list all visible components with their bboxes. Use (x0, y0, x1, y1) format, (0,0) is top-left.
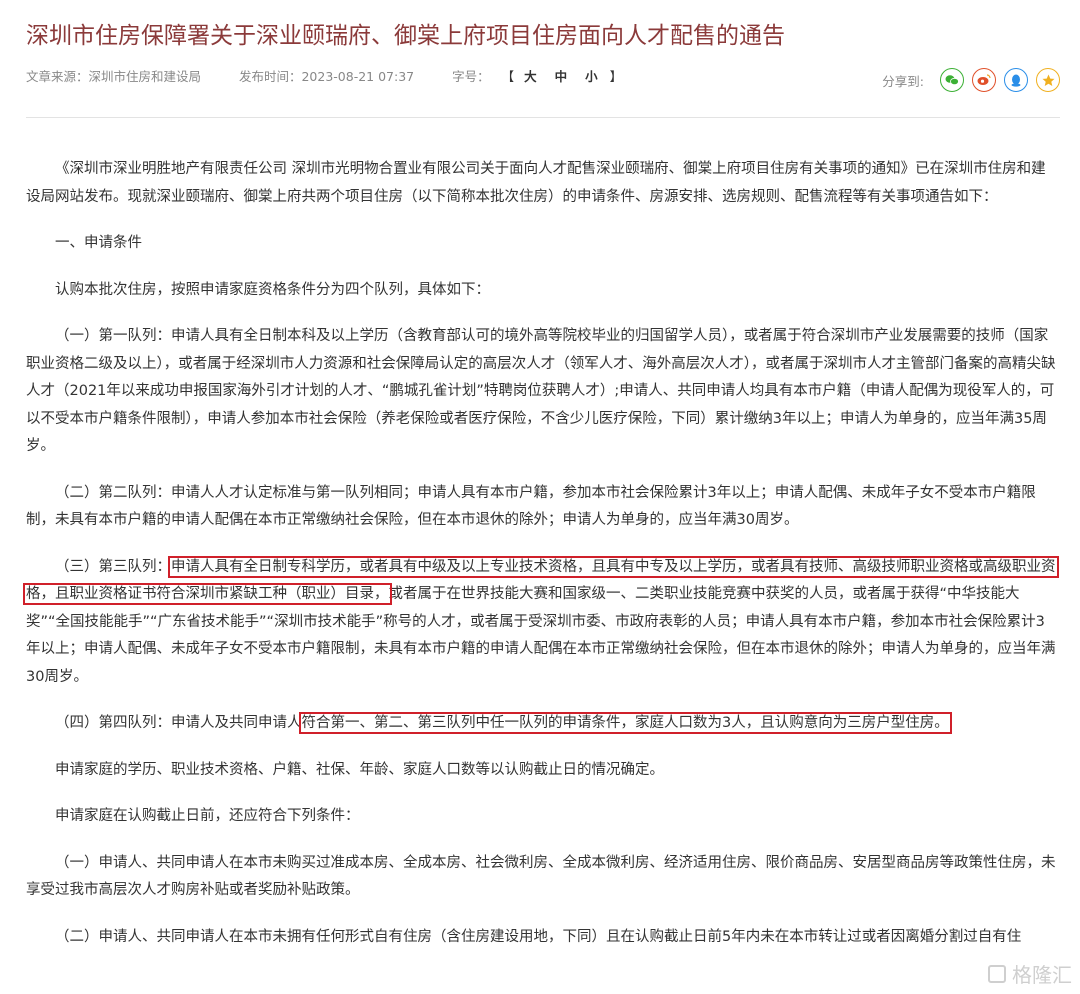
font-size-small-button[interactable]: 小 (585, 69, 598, 84)
font-size-medium-button[interactable]: 中 (555, 69, 568, 84)
article-source: 文章来源：深圳市住房和建设局 (26, 69, 202, 84)
font-size-large-button[interactable]: 大 (524, 69, 537, 84)
queue-1-paragraph: （一）第一队列：申请人具有全日制本科及以上学历（含教育部认可的境外高等院校毕业的… (26, 328, 1056, 454)
intro-paragraph: 《深圳市深业明胜地产有限责任公司 深圳市光明物合置业有限公司关于面向人才配售深业… (26, 161, 1046, 205)
queue-4-label: （四）第四队列：申请人及共同申请人 (55, 715, 302, 731)
queue-3-paragraph: （三）第三队列：申请人具有全日制专科学历，或者具有中级及以上专业技术资格，且具有… (23, 554, 1059, 692)
publish-time: 发布时间：2023-08-21 07:37 (238, 69, 415, 84)
highlighted-text: 符合第一、第二、第三队列中任一队列的申请条件，家庭人口数为3人，且认购意向为三房… (298, 712, 952, 734)
bracket-close: 】 (609, 69, 623, 84)
share-bar: 分享到: (882, 68, 1060, 92)
conditions-intro: 申请家庭在认购截止日前，还应符合下列条件： (55, 808, 360, 824)
qzone-icon[interactable] (1036, 68, 1060, 92)
page-title: 深圳市住房保障署关于深业颐瑞府、御棠上府项目住房面向人才配售的通告 (26, 23, 785, 49)
watermark-text: 格隆汇 (1012, 963, 1072, 987)
determination-paragraph: 申请家庭的学历、职业技术资格、户籍、社保、年龄、家庭人口数等以认购截止日的情况确… (55, 761, 664, 778)
article-body: 《深圳市深业明胜地产有限责任公司 深圳市光明物合置业有限公司关于面向人才配售深业… (23, 156, 1059, 970)
weibo-icon[interactable] (972, 68, 996, 92)
article-meta: 文章来源：深圳市住房和建设局 发布时间：2023-08-21 07:37 字号：… (26, 66, 630, 85)
queue-3-label: （三）第三队列： (55, 558, 171, 575)
bracket-open: 【 (501, 69, 515, 84)
watermark: 格隆汇 (988, 959, 1072, 988)
condition-2-paragraph: （二）申请人、共同申请人在本市未拥有任何形式自有住房（含住房建设用地，下同）且在… (55, 928, 1022, 945)
share-label: 分享到: (882, 73, 924, 89)
section-heading: 一、申请条件 (55, 235, 142, 251)
watermark-logo-icon (988, 964, 1006, 983)
queue-2-paragraph: （二）第二队列：申请人人才认定标准与第一队列相同；申请人具有本市户籍，参加本市社… (26, 484, 1036, 529)
qq-icon[interactable] (1004, 68, 1028, 92)
condition-1-paragraph: （一）申请人、共同申请人在本市未购买过准成本房、全成本房、社会微利房、全成本微利… (26, 854, 1056, 899)
font-size-label: 字号： (452, 69, 490, 84)
wechat-icon[interactable] (940, 68, 964, 92)
queue-intro: 认购本批次住房，按照申请家庭资格条件分为四个队列，具体如下： (55, 281, 490, 298)
queue-4-paragraph: （四）第四队列：申请人及共同申请人符合第一、第二、第三队列中任一队列的申请条件，… (26, 710, 1058, 738)
header-divider (26, 117, 1060, 118)
